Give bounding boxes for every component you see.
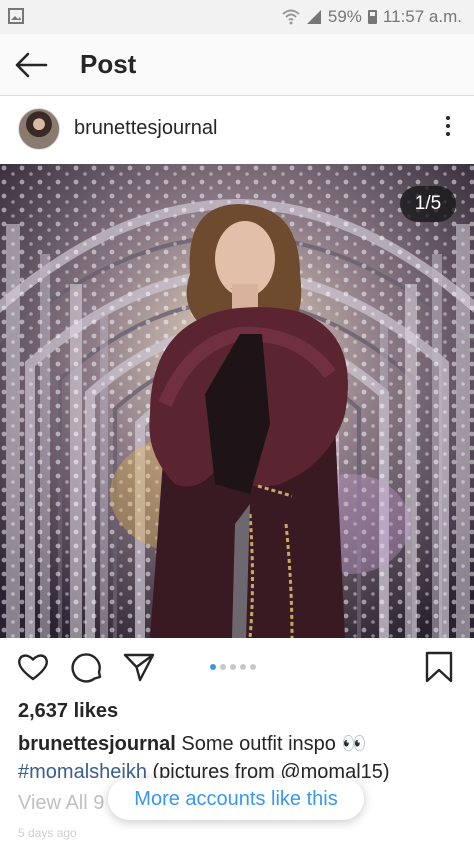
signal-icon <box>306 10 321 24</box>
view-all-comments[interactable]: View All 9 <box>18 792 104 815</box>
carousel-indicator <box>210 664 256 670</box>
carousel-dot <box>240 664 246 670</box>
avatar[interactable] <box>18 108 60 150</box>
post-image[interactable]: 1/5 <box>0 164 474 638</box>
arrow-left-icon[interactable] <box>14 50 48 80</box>
carousel-dot <box>230 664 236 670</box>
page-title: Post <box>80 49 137 79</box>
app-bar: Post <box>0 34 474 96</box>
battery-icon <box>367 10 377 24</box>
carousel-dot <box>220 664 226 670</box>
clock: 11:57 a.m. <box>382 7 462 26</box>
wifi-icon <box>282 9 300 25</box>
share-icon[interactable] <box>122 650 156 684</box>
gallery-icon <box>8 8 24 24</box>
post-photo <box>0 164 474 638</box>
post-timestamp: 5 days ago <box>18 826 77 840</box>
more-accounts-button[interactable]: More accounts like this <box>108 778 364 820</box>
carousel-dot <box>210 664 216 670</box>
likes-count[interactable]: 2,637 likes <box>18 700 118 723</box>
post-username[interactable]: brunettesjournal <box>74 117 217 140</box>
battery-percent: 59% <box>327 7 362 26</box>
post-actions <box>0 638 474 698</box>
caption-text: Some outfit inspo 👀 <box>181 733 367 755</box>
post-header: brunettesjournal <box>0 96 474 164</box>
bookmark-icon[interactable] <box>424 650 454 684</box>
more-options-icon[interactable] <box>444 116 452 140</box>
carousel-dot <box>250 664 256 670</box>
caption-username[interactable]: brunettesjournal <box>18 733 176 755</box>
comment-icon[interactable] <box>70 650 104 684</box>
status-bar: 59% 11:57 a.m. <box>0 0 474 34</box>
image-counter: 1/5 <box>400 186 456 222</box>
heart-icon[interactable] <box>16 650 50 684</box>
